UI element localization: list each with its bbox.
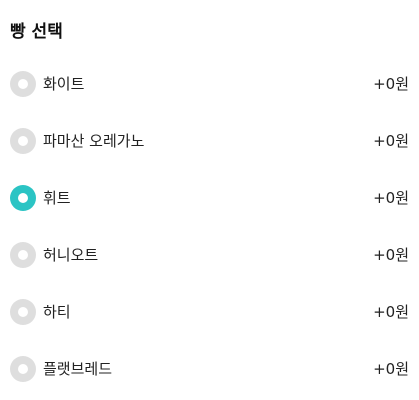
option-label: 하티	[43, 303, 71, 321]
option-label: 휘트	[43, 189, 71, 207]
option-label: 화이트	[43, 75, 85, 93]
option-price: +0원	[373, 189, 409, 207]
bread-option-parmesan-oregano[interactable]: 파마산 오레가노 +0원	[0, 113, 419, 170]
option-label: 허니오트	[43, 246, 99, 264]
option-price: +0원	[373, 360, 409, 378]
radio-button-icon[interactable]	[10, 185, 36, 211]
bread-option-hearty[interactable]: 하티 +0원	[0, 284, 419, 341]
radio-button-icon[interactable]	[10, 128, 36, 154]
radio-dot	[18, 79, 28, 89]
radio-dot	[18, 193, 28, 203]
section-title: 빵 선택	[10, 22, 63, 42]
option-label: 플랫브레드	[43, 360, 113, 378]
option-price: +0원	[373, 132, 409, 150]
radio-dot	[18, 307, 28, 317]
radio-button-icon[interactable]	[10, 71, 36, 97]
bread-option-white[interactable]: 화이트 +0원	[0, 56, 419, 113]
radio-button-icon[interactable]	[10, 299, 36, 325]
radio-dot	[18, 364, 28, 374]
option-price: +0원	[373, 246, 409, 264]
bread-option-honey-oat[interactable]: 허니오트 +0원	[0, 227, 419, 284]
bread-option-flatbread[interactable]: 플랫브레드 +0원	[0, 341, 419, 398]
bread-option-list: 화이트 +0원 파마산 오레가노 +0원 휘트 +0원 허니오트 +0원 하티 …	[0, 56, 419, 398]
option-price: +0원	[373, 75, 409, 93]
option-price: +0원	[373, 303, 409, 321]
radio-dot	[18, 250, 28, 260]
bread-selection-screen: 빵 선택 화이트 +0원 파마산 오레가노 +0원 휘트 +0원 허니오트 +0…	[0, 0, 419, 400]
option-label: 파마산 오레가노	[43, 132, 145, 150]
bread-option-wheat[interactable]: 휘트 +0원	[0, 170, 419, 227]
radio-button-icon[interactable]	[10, 356, 36, 382]
radio-button-icon[interactable]	[10, 242, 36, 268]
radio-dot	[18, 136, 28, 146]
